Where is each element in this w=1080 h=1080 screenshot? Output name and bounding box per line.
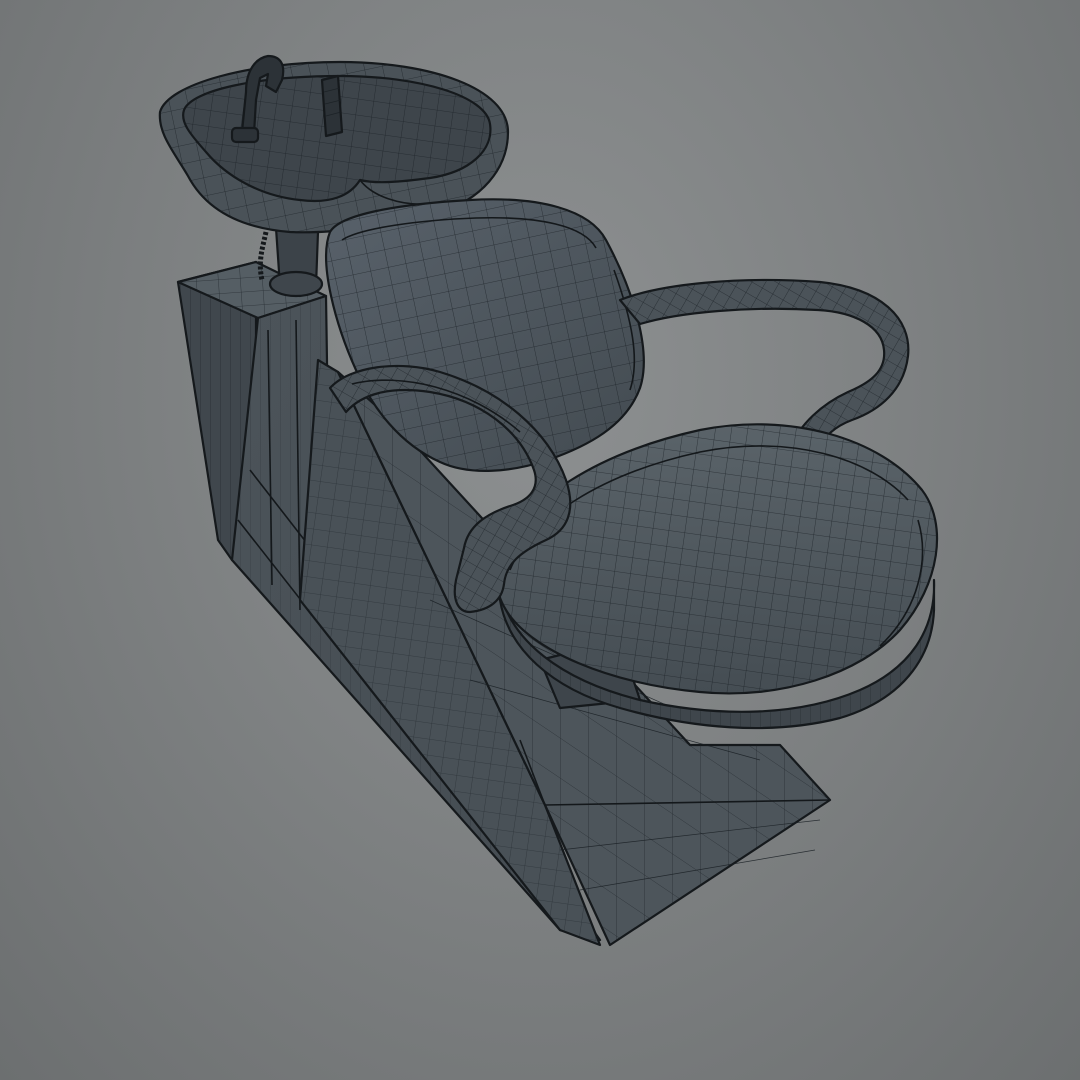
mixer-control-icon: [320, 74, 344, 138]
faucet-base: [230, 126, 260, 144]
viewport-render: [0, 0, 1080, 1080]
shampoo-chair-wireframe-model: [158, 54, 939, 947]
